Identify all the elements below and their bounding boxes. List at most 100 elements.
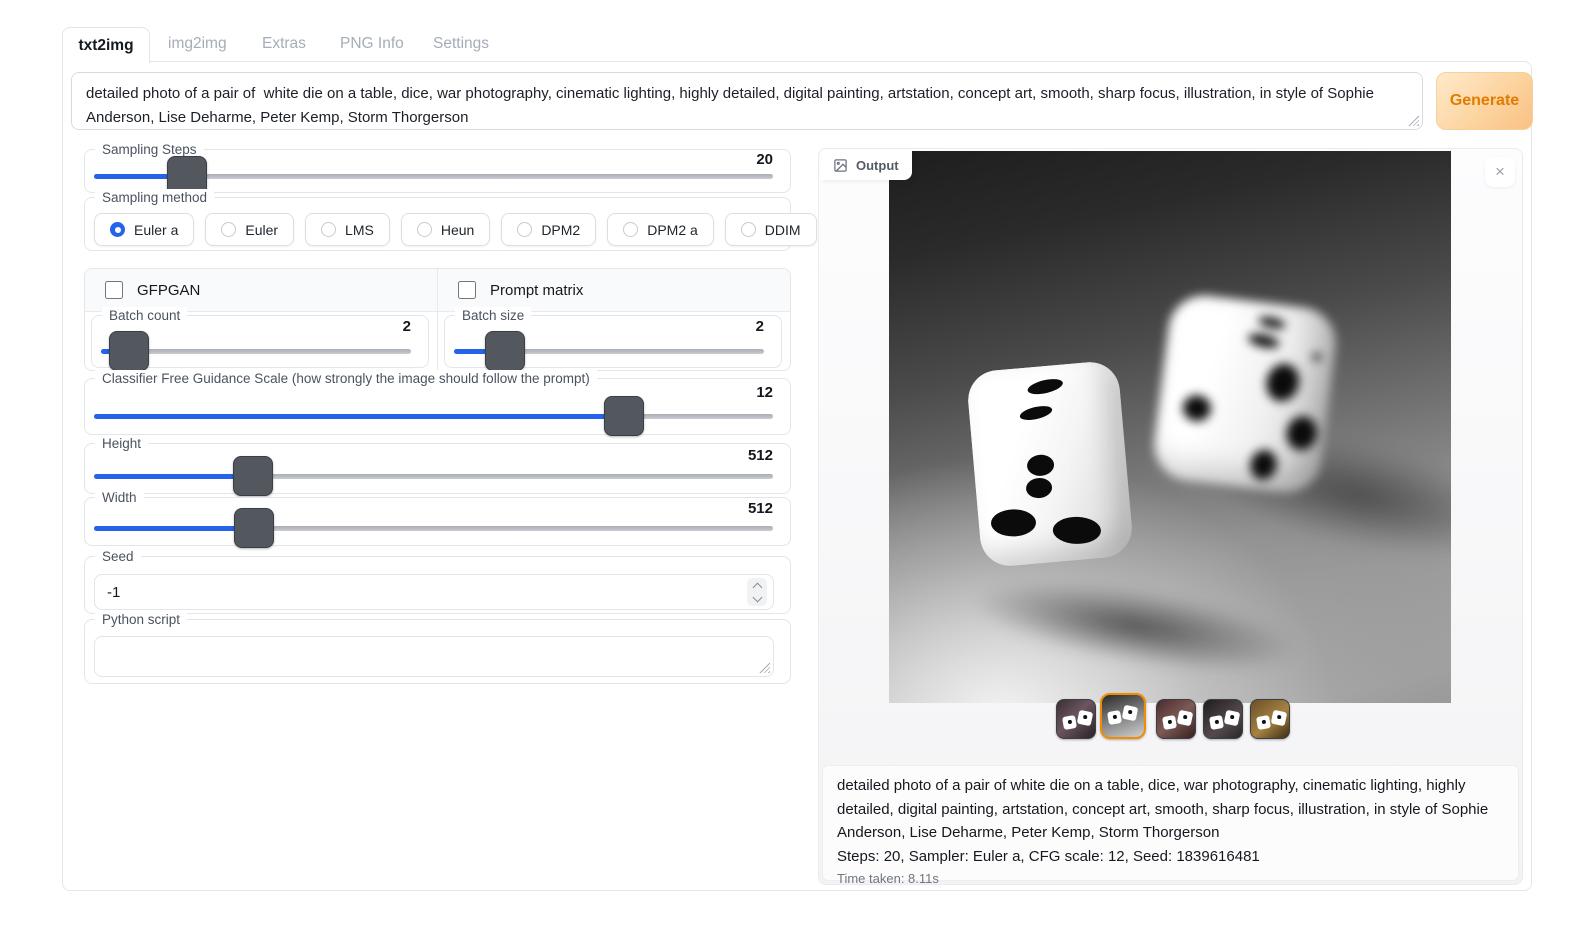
sampler-option-lms[interactable]: LMS — [305, 213, 390, 246]
width-slider[interactable] — [94, 519, 773, 537]
caption-params: Steps: 20, Sampler: Euler a, CFG scale: … — [837, 845, 1502, 869]
tab-bar: txt2img img2img Extras PNG Info Settings — [62, 27, 1532, 62]
focused-die — [966, 360, 1135, 569]
checkbox-row: GFPGAN Prompt matrix — [85, 269, 790, 312]
cfg-scale-group: Classifier Free Guidance Scale (how stro… — [84, 378, 791, 435]
radio-icon — [321, 222, 336, 237]
batch-count-cell: Batch count 2 — [85, 312, 437, 370]
sampling-steps-slider[interactable] — [94, 167, 773, 185]
radio-icon — [623, 222, 638, 237]
sampler-option-label: DPM2 — [541, 222, 580, 238]
width-value: 512 — [748, 500, 773, 517]
sampler-option-heun[interactable]: Heun — [401, 213, 490, 246]
batch-size-cell: Batch size 2 — [437, 312, 790, 370]
width-label: Width — [95, 489, 144, 506]
sampling-steps-group: Sampling Steps 20 — [84, 149, 791, 193]
seed-input[interactable] — [94, 574, 774, 610]
tab-extras[interactable]: Extras — [262, 27, 306, 62]
batch-count-value: 2 — [403, 318, 411, 335]
python-script-input[interactable] — [94, 636, 774, 677]
slider-fill — [94, 474, 253, 479]
gallery-thumb-1[interactable] — [1056, 699, 1096, 739]
sampling-steps-value: 20 — [756, 151, 773, 168]
output-tab[interactable]: Output — [820, 150, 912, 180]
gallery-thumb-2-selected[interactable] — [1100, 693, 1146, 739]
gallery — [841, 706, 1544, 754]
slider-fill — [94, 414, 624, 419]
batch-row: Batch count 2 Batch size 2 — [85, 312, 790, 370]
seed-stepper[interactable] — [747, 578, 767, 606]
output-panel: Output × — [818, 148, 1523, 885]
gfpgan-cell: GFPGAN — [85, 269, 437, 311]
gfpgan-checkbox[interactable] — [105, 281, 123, 299]
radio-icon — [110, 222, 125, 237]
die-shadow — [965, 564, 1303, 689]
seed-group: Seed — [84, 556, 791, 614]
radio-icon — [221, 222, 236, 237]
chevron-down-icon — [752, 592, 762, 602]
sampler-options: Euler a Euler LMS Heun DPM2 DPM2 a DDIM … — [94, 213, 922, 246]
batch-count-slider[interactable] — [101, 342, 411, 360]
slider-thumb[interactable] — [234, 508, 274, 548]
gallery-thumb-4[interactable] — [1203, 699, 1243, 739]
sampler-option-label: Heun — [441, 222, 474, 238]
close-icon: × — [1495, 162, 1505, 182]
slider-thumb[interactable] — [604, 396, 644, 436]
gallery-thumb-5[interactable] — [1250, 699, 1290, 739]
chevron-up-icon — [752, 582, 762, 592]
txt2img-app: txt2img img2img Extras PNG Info Settings… — [62, 27, 1532, 890]
slider-thumb[interactable] — [485, 331, 525, 371]
caption-prompt: detailed photo of a pair of white die on… — [837, 774, 1502, 845]
slider-thumb[interactable] — [233, 456, 273, 496]
python-script-wrap — [94, 636, 774, 677]
radio-icon — [417, 222, 432, 237]
seed-input-wrap — [94, 574, 774, 610]
seed-label: Seed — [95, 548, 141, 565]
height-value: 512 — [748, 447, 773, 464]
generate-button[interactable]: Generate — [1436, 72, 1533, 130]
sampler-option-label: LMS — [345, 222, 374, 238]
tab-png-info[interactable]: PNG Info — [340, 27, 404, 62]
sampler-option-ddim[interactable]: DDIM — [725, 213, 817, 246]
python-script-label: Python script — [95, 611, 187, 628]
batch-size-value: 2 — [756, 318, 764, 335]
tab-img2img[interactable]: img2img — [168, 27, 227, 62]
batch-size-label: Batch size — [455, 307, 531, 324]
sampler-option-dpm2-a[interactable]: DPM2 a — [607, 213, 714, 246]
caption-time-taken: Time taken: 8.11s — [837, 871, 1502, 886]
sampler-option-euler[interactable]: Euler — [205, 213, 294, 246]
batch-count-label: Batch count — [102, 307, 187, 324]
options-batch-panel: GFPGAN Prompt matrix Batch count 2 — [84, 268, 791, 371]
tab-settings[interactable]: Settings — [433, 27, 489, 62]
close-button[interactable]: × — [1485, 157, 1515, 187]
height-slider[interactable] — [94, 467, 773, 485]
sampler-option-label: Euler — [245, 222, 278, 238]
batch-size-slider[interactable] — [454, 342, 764, 360]
prompt-input[interactable]: detailed photo of a pair of white die on… — [71, 72, 1423, 130]
tab-txt2img[interactable]: txt2img — [62, 27, 150, 63]
python-script-group: Python script — [84, 619, 791, 684]
blurred-die — [1150, 291, 1339, 496]
prompt-matrix-label: Prompt matrix — [490, 282, 583, 299]
cfg-scale-value: 12 — [756, 384, 773, 401]
cfg-scale-label: Classifier Free Guidance Scale (how stro… — [95, 370, 597, 387]
generation-info: detailed photo of a pair of white die on… — [822, 765, 1519, 881]
prompt-wrap: detailed photo of a pair of white die on… — [71, 72, 1423, 130]
height-group: Height 512 — [84, 443, 791, 494]
image-icon — [833, 158, 848, 173]
sampler-option-dpm2[interactable]: DPM2 — [501, 213, 596, 246]
height-label: Height — [95, 435, 148, 452]
sampler-option-label: DPM2 a — [647, 222, 698, 238]
gallery-thumb-3[interactable] — [1156, 699, 1196, 739]
radio-icon — [741, 222, 756, 237]
main-container: detailed photo of a pair of white die on… — [62, 61, 1532, 891]
batch-count-group: Batch count 2 — [91, 315, 429, 368]
settings-column: Sampling Steps 20 Sampling method Euler … — [84, 149, 791, 684]
cfg-scale-slider[interactable] — [94, 407, 773, 425]
generated-image[interactable] — [889, 151, 1451, 703]
sampler-option-euler-a[interactable]: Euler a — [94, 213, 194, 246]
prompt-matrix-checkbox[interactable] — [458, 281, 476, 299]
sampling-method-label: Sampling method — [95, 189, 214, 206]
gfpgan-label: GFPGAN — [137, 282, 200, 299]
slider-thumb[interactable] — [109, 331, 149, 371]
